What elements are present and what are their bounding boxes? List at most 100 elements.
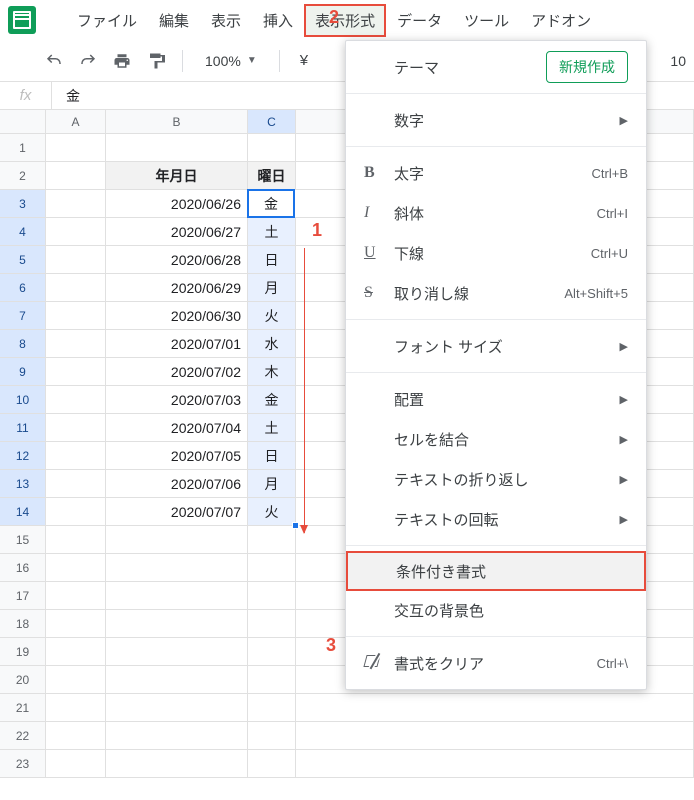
cell[interactable]: 土: [248, 414, 296, 441]
font-size-value[interactable]: 10: [670, 53, 686, 69]
column-header-c[interactable]: C: [248, 110, 296, 133]
cell[interactable]: 水: [248, 330, 296, 357]
formula-value[interactable]: 金: [52, 86, 80, 106]
cell[interactable]: 月: [248, 274, 296, 301]
cell[interactable]: 2020/06/28: [106, 246, 248, 273]
menu-underline[interactable]: U 下線 Ctrl+U: [346, 233, 646, 273]
row-header[interactable]: 22: [0, 722, 46, 749]
row-header[interactable]: 9: [0, 358, 46, 385]
row-header[interactable]: 17: [0, 582, 46, 609]
cell[interactable]: 月: [248, 470, 296, 497]
menu-merge-cells[interactable]: セルを結合 ▶: [346, 419, 646, 459]
zoom-control[interactable]: 100% ▼: [195, 53, 267, 69]
cell[interactable]: [46, 498, 106, 525]
menu-theme[interactable]: テーマ 新規作成: [346, 47, 646, 87]
cell[interactable]: [46, 470, 106, 497]
cell[interactable]: 木: [248, 358, 296, 385]
cell[interactable]: 曜日: [248, 162, 296, 189]
menu-view[interactable]: 表示: [200, 4, 252, 37]
redo-button[interactable]: [74, 47, 102, 75]
row-header[interactable]: 20: [0, 666, 46, 693]
sheets-app-icon[interactable]: [8, 6, 36, 34]
row-header[interactable]: 16: [0, 554, 46, 581]
cell[interactable]: [46, 666, 106, 693]
row-header[interactable]: 23: [0, 750, 46, 777]
cell[interactable]: 2020/06/27: [106, 218, 248, 245]
cell[interactable]: [46, 442, 106, 469]
column-header-b[interactable]: B: [106, 110, 248, 133]
menu-text-rotation[interactable]: テキストの回転 ▶: [346, 499, 646, 539]
cell[interactable]: [46, 694, 106, 721]
cell[interactable]: [248, 666, 296, 693]
row-header[interactable]: 4: [0, 218, 46, 245]
menu-bold[interactable]: B 太字 Ctrl+B: [346, 153, 646, 193]
cell[interactable]: [106, 554, 248, 581]
cell[interactable]: [106, 638, 248, 665]
cell[interactable]: [106, 694, 248, 721]
menu-strikethrough[interactable]: S 取り消し線 Alt+Shift+5: [346, 273, 646, 313]
cell[interactable]: [46, 218, 106, 245]
cell[interactable]: [296, 722, 694, 749]
cell[interactable]: [106, 750, 248, 777]
cell[interactable]: [46, 414, 106, 441]
fill-handle[interactable]: [292, 522, 299, 529]
cell[interactable]: 2020/06/30: [106, 302, 248, 329]
cell[interactable]: [248, 722, 296, 749]
row-header[interactable]: 18: [0, 610, 46, 637]
currency-format-button[interactable]: ¥: [292, 52, 316, 69]
paint-format-button[interactable]: [142, 47, 170, 75]
select-all-corner[interactable]: [0, 110, 46, 133]
row-header[interactable]: 5: [0, 246, 46, 273]
cell[interactable]: [46, 190, 106, 217]
cell[interactable]: [248, 694, 296, 721]
cell[interactable]: [46, 750, 106, 777]
menu-conditional-formatting[interactable]: 条件付き書式: [346, 551, 646, 591]
row-header[interactable]: 1: [0, 134, 46, 161]
row-header[interactable]: 3: [0, 190, 46, 217]
cell[interactable]: 日: [248, 246, 296, 273]
cell[interactable]: [248, 134, 296, 161]
cell[interactable]: [46, 302, 106, 329]
menu-addons[interactable]: アドオン: [520, 4, 602, 37]
column-header-a[interactable]: A: [46, 110, 106, 133]
row-header[interactable]: 21: [0, 694, 46, 721]
row-header[interactable]: 2: [0, 162, 46, 189]
cell[interactable]: [248, 750, 296, 777]
row-header[interactable]: 6: [0, 274, 46, 301]
cell[interactable]: [248, 610, 296, 637]
cell[interactable]: [106, 666, 248, 693]
cell[interactable]: [296, 694, 694, 721]
menu-insert[interactable]: 挿入: [252, 4, 304, 37]
cell[interactable]: 2020/07/07: [106, 498, 248, 525]
cell[interactable]: [46, 526, 106, 553]
cell[interactable]: [248, 554, 296, 581]
row-header[interactable]: 10: [0, 386, 46, 413]
cell[interactable]: 火: [248, 498, 296, 525]
cell[interactable]: 金: [248, 386, 296, 413]
cell[interactable]: [46, 246, 106, 273]
menu-file[interactable]: ファイル: [66, 4, 148, 37]
cell[interactable]: [106, 722, 248, 749]
cell[interactable]: [106, 610, 248, 637]
cell[interactable]: 2020/07/02: [106, 358, 248, 385]
print-button[interactable]: [108, 47, 136, 75]
menu-data[interactable]: データ: [386, 4, 453, 37]
cell[interactable]: [106, 134, 248, 161]
cell[interactable]: 2020/07/03: [106, 386, 248, 413]
menu-clear-formatting[interactable]: 書式をクリア Ctrl+\: [346, 643, 646, 683]
cell[interactable]: 火: [248, 302, 296, 329]
new-theme-button[interactable]: 新規作成: [546, 51, 628, 83]
cell[interactable]: 日: [248, 442, 296, 469]
menu-number[interactable]: 数字 ▶: [346, 100, 646, 140]
row-header[interactable]: 14: [0, 498, 46, 525]
cell[interactable]: 金: [247, 189, 295, 218]
menu-edit[interactable]: 編集: [148, 4, 200, 37]
cell[interactable]: [106, 526, 248, 553]
row-header[interactable]: 8: [0, 330, 46, 357]
menu-tools[interactable]: ツール: [453, 4, 520, 37]
cell[interactable]: [46, 610, 106, 637]
cell[interactable]: [106, 582, 248, 609]
cell[interactable]: [46, 274, 106, 301]
cell[interactable]: [248, 526, 296, 553]
cell[interactable]: [46, 358, 106, 385]
